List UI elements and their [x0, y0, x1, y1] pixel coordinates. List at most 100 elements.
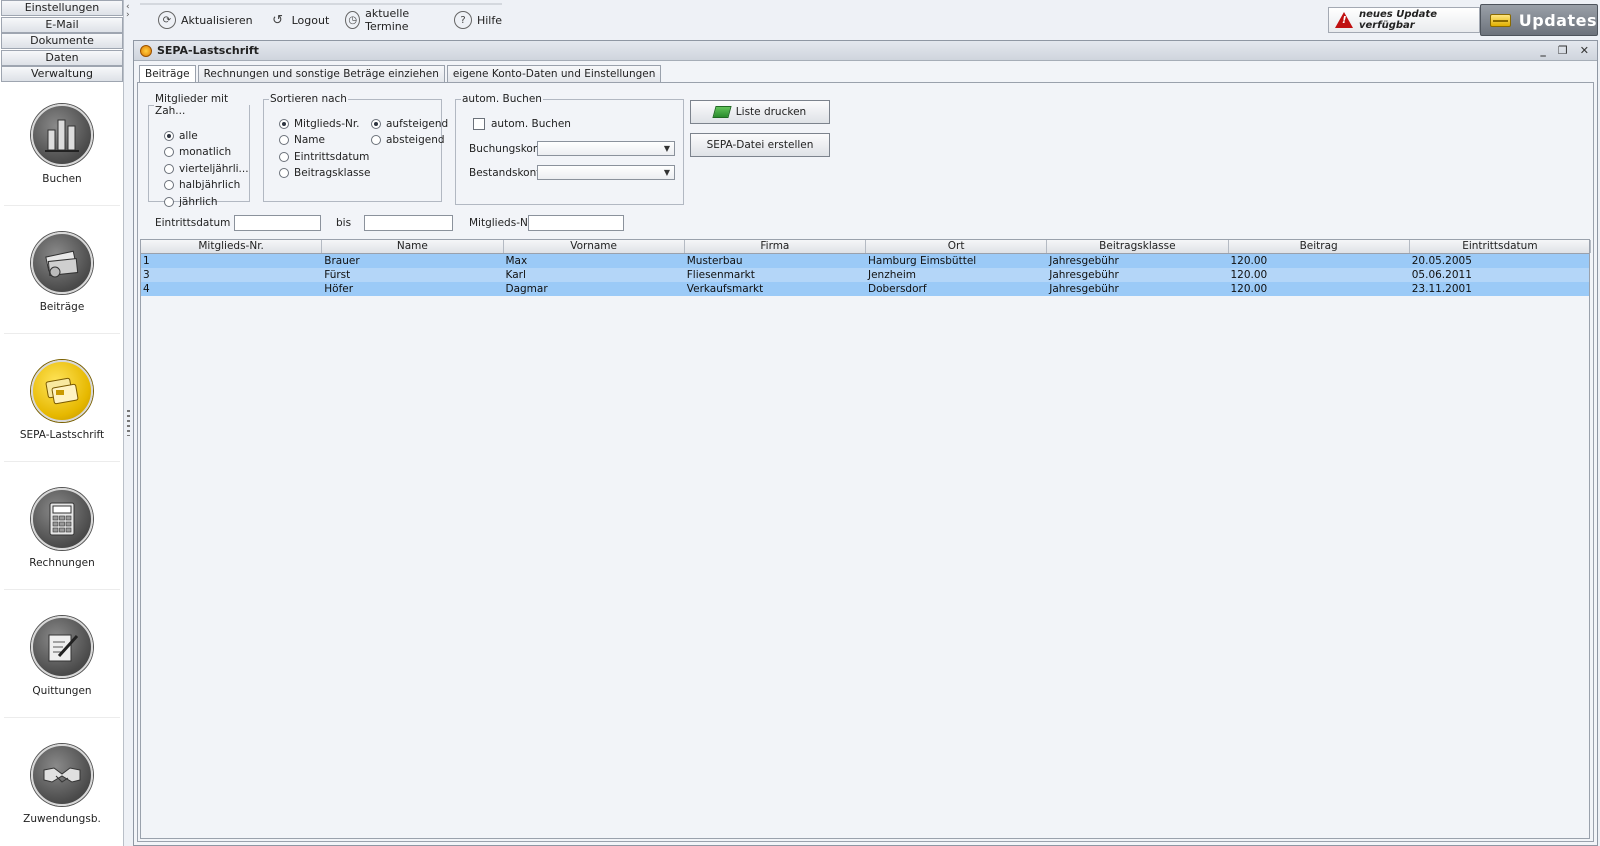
module-buchen[interactable]: Buchen [0, 104, 124, 185]
tab-konto-daten[interactable]: eigene Konto-Daten und Einstellungen [446, 65, 662, 82]
menu-verwaltung[interactable]: Verwaltung [1, 66, 123, 82]
date-to-input[interactable] [364, 215, 453, 231]
radio-label: Beitragsklasse [294, 167, 371, 179]
warning-icon [1335, 12, 1353, 28]
column-header-beitragsklasse[interactable]: Beitragsklasse [1047, 240, 1229, 253]
tab-rechnungen[interactable]: Rechnungen und sonstige Beträge einziehe… [197, 65, 445, 82]
updates-label: Updates [1518, 10, 1597, 30]
chevron-down-icon: ▼ [663, 144, 670, 153]
toolbar: ⟳ Aktualisieren ↺ Logout ◷ aktuelle Term… [140, 3, 502, 35]
table-cell: 05.06.2011 [1411, 269, 1472, 281]
table-cell: Dagmar [505, 283, 548, 295]
members-legend: Mitglieder mit Zah... [155, 93, 229, 117]
stock-account-label: Bestandskonto [469, 167, 547, 179]
radio-halbjaehrlich[interactable]: halbjährlich [164, 179, 240, 191]
table-cell: Dobersdorf [868, 283, 927, 295]
restore-icon[interactable]: ❐ [1558, 44, 1568, 57]
table-cell: Hamburg Eimsbüttel [868, 255, 977, 267]
column-header-mitglieds-nr[interactable]: Mitglieds-Nr. [141, 240, 323, 253]
table-cell: Höfer [324, 283, 354, 295]
minimize-icon[interactable]: _ [1540, 44, 1546, 57]
bank-card-icon [31, 360, 93, 422]
module-label: Beiträge [39, 301, 85, 313]
column-header-eintrittsdatum[interactable]: Eintrittsdatum [1410, 240, 1591, 253]
sidebar: Einstellungen E-Mail Dokumente Daten Ver… [0, 0, 124, 846]
update-notification[interactable]: neues Update verfügbar [1328, 7, 1480, 33]
module-zuwendungsb[interactable]: Zuwendungsb. [0, 744, 124, 825]
radio-label: vierteljährli... [179, 163, 249, 175]
create-sepa-file-button[interactable]: SEPA-Datei erstellen [690, 133, 830, 157]
module-label: Quittungen [32, 685, 92, 697]
module-sepa-lastschrift[interactable]: SEPA-Lastschrift [0, 360, 124, 441]
close-icon[interactable]: ✕ [1580, 44, 1589, 57]
tab-panel-beitraege: Mitglieder mit Zah... alle monatlich vie… [137, 82, 1594, 842]
calculator-icon [31, 488, 93, 550]
print-list-button[interactable]: Liste drucken [690, 100, 830, 124]
column-header-vorname[interactable]: Vorname [504, 240, 685, 253]
radio-absteigend[interactable]: absteigend [371, 134, 445, 146]
checkbox-icon [473, 118, 485, 130]
table-cell: Jahresgebühr [1049, 283, 1119, 295]
table-cell: Jahresgebühr [1049, 269, 1119, 281]
radio-sort-eintrittsdatum[interactable]: Eintrittsdatum [279, 151, 369, 163]
radio-jaehrlich[interactable]: jährlich [164, 196, 218, 208]
sort-group: Sortieren nach Mitglieds-Nr. Name Eintri… [263, 93, 448, 202]
column-header-beitrag[interactable]: Beitrag [1229, 240, 1410, 253]
logout-button[interactable]: ↺ Logout [269, 11, 329, 29]
radio-alle[interactable]: alle [164, 130, 198, 142]
table-row[interactable]: 4 Höfer Dagmar Verkaufsmarkt Dobersdorf … [141, 282, 1589, 296]
window-titlebar[interactable]: SEPA-Lastschrift _ ❐ ✕ [134, 41, 1597, 61]
menu-dokumente[interactable]: Dokumente [1, 33, 123, 49]
splitter-grip-icon[interactable] [127, 410, 130, 436]
handshake-icon [31, 744, 93, 806]
booking-account-select[interactable]: ▼ [537, 141, 675, 156]
radio-sort-beitragsklasse[interactable]: Beitragsklasse [279, 167, 370, 179]
radio-label: Mitglieds-Nr. [294, 118, 360, 130]
column-header-firma[interactable]: Firma [685, 240, 866, 253]
logout-icon: ↺ [272, 12, 284, 28]
module-beitraege[interactable]: Beiträge [0, 232, 124, 313]
appointments-button[interactable]: ◷ aktuelle Termine [345, 7, 438, 33]
update-note-text: neues Update verfügbar [1359, 9, 1437, 31]
table-cell: Brauer [324, 255, 360, 267]
module-rechnungen[interactable]: Rechnungen [0, 488, 124, 569]
radio-label: alle [179, 130, 198, 142]
column-header-ort[interactable]: Ort [866, 240, 1048, 253]
radio-sort-mitglieds-nr[interactable]: Mitglieds-Nr. [279, 118, 360, 130]
expand-right-icon[interactable]: › [126, 10, 130, 20]
radio-icon [164, 147, 174, 157]
module-label: Zuwendungsb. [23, 813, 101, 825]
date-from-input[interactable] [234, 215, 321, 231]
member-no-label: Mitglieds-Nr. [469, 217, 535, 229]
radio-aufsteigend[interactable]: aufsteigend [371, 118, 448, 130]
member-no-input[interactable] [528, 215, 624, 231]
clock-icon: ◷ [345, 11, 361, 29]
module-label: Rechnungen [29, 557, 95, 569]
date-to-label: bis [336, 217, 352, 229]
module-label: Buchen [42, 173, 82, 185]
radio-label: monatlich [179, 146, 232, 158]
radio-monatlich[interactable]: monatlich [164, 146, 231, 158]
menu-email[interactable]: E-Mail [1, 16, 123, 33]
table-cell: Fliesenmarkt [686, 269, 755, 281]
refresh-button[interactable]: ⟳ Aktualisieren [158, 11, 253, 29]
module-quittungen[interactable]: Quittungen [0, 616, 124, 697]
table-cell: Jahresgebühr [1049, 255, 1119, 267]
updates-button[interactable]: Updates [1480, 4, 1598, 36]
pen-paper-icon [31, 616, 93, 678]
help-icon: ? [453, 11, 472, 29]
radio-sort-name[interactable]: Name [279, 134, 325, 146]
stock-account-select[interactable]: ▼ [537, 165, 675, 180]
menu-einstellungen[interactable]: Einstellungen [1, 0, 123, 16]
refresh-label: Aktualisieren [181, 13, 253, 27]
tab-beitraege[interactable]: Beiträge [139, 65, 196, 83]
table-row[interactable]: 1 Brauer Max Musterbau Hamburg Eimsbütte… [141, 254, 1589, 268]
auto-booking-checkbox[interactable]: autom. Buchen [473, 118, 571, 130]
radio-selected-icon [371, 119, 381, 129]
column-header-name[interactable]: Name [322, 240, 504, 253]
radio-label: aufsteigend [386, 118, 449, 130]
menu-daten[interactable]: Daten [1, 49, 123, 66]
radio-vierteljaehrlich[interactable]: vierteljährli... [164, 163, 249, 175]
table-row[interactable]: 3 Fürst Karl Fliesenmarkt Jenzheim Jahre… [141, 268, 1589, 282]
help-button[interactable]: ? Hilfe [453, 11, 502, 29]
